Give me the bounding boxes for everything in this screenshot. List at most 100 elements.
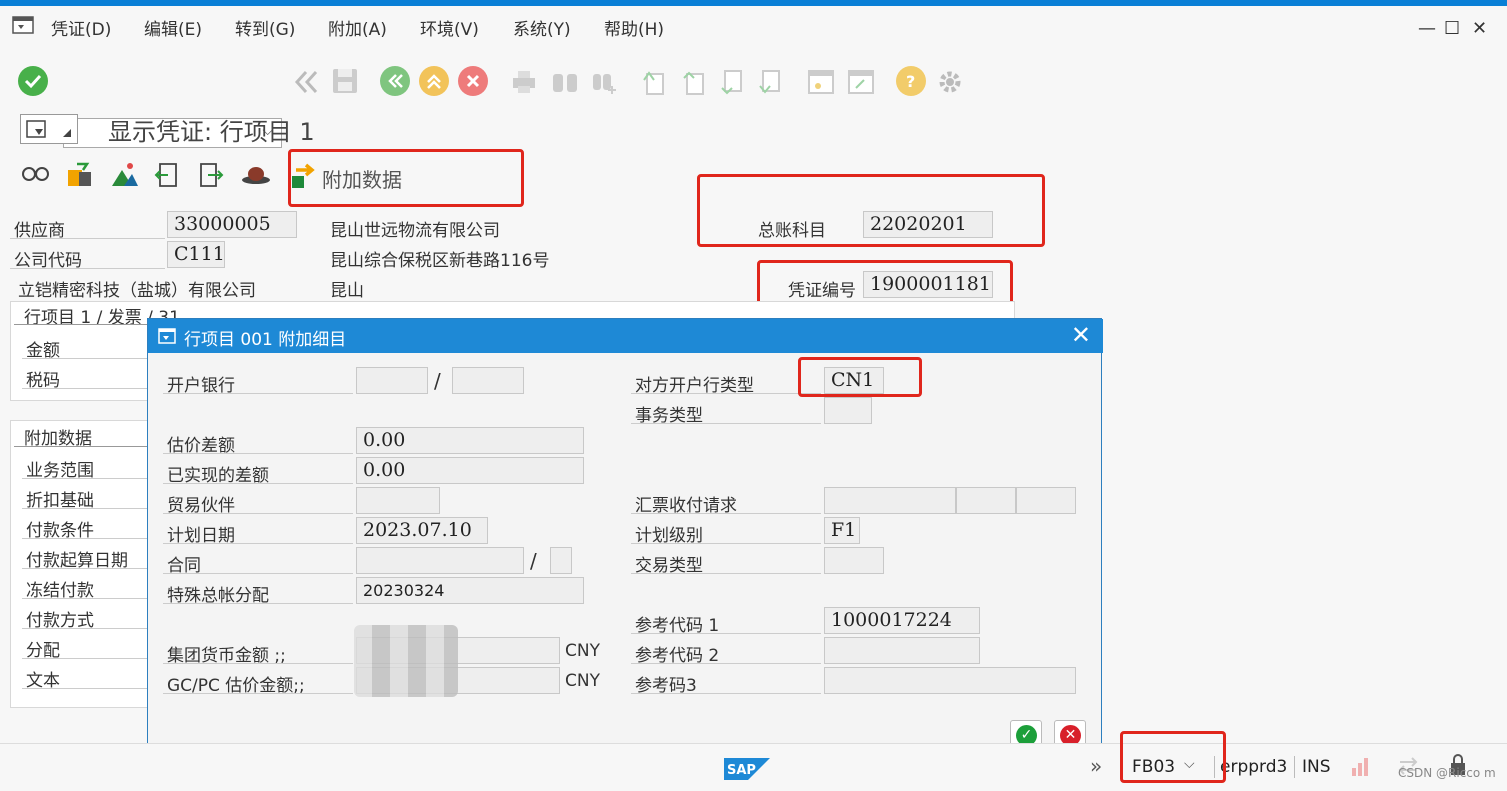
blurred-redaction <box>354 625 458 697</box>
group-currency-underline <box>163 663 353 664</box>
ref-key2-underline <box>631 663 821 664</box>
menu-document[interactable]: 凭证(D) <box>51 15 111 40</box>
hat-icon[interactable] <box>240 160 272 190</box>
field-underline <box>22 598 147 599</box>
realized-diff-underline <box>163 483 353 484</box>
bank-field-1[interactable] <box>356 367 428 394</box>
gc-pc-valuation-underline <box>163 693 353 694</box>
transaction-type-field[interactable] <box>824 397 872 424</box>
print-icon[interactable] <box>510 68 538 96</box>
planning-level-field[interactable]: F1 <box>824 517 860 544</box>
special-gl-assign-underline <box>163 603 353 604</box>
help-icon[interactable]: ? <box>896 66 926 96</box>
status-divider <box>1214 756 1215 778</box>
tax-code-underline <box>22 388 147 389</box>
find-next-icon[interactable] <box>590 68 620 96</box>
flow-type-field[interactable] <box>824 547 884 574</box>
contract-field-2[interactable] <box>550 547 572 574</box>
additional-data-icon[interactable] <box>290 160 318 190</box>
vendor-address: 昆山综合保税区新巷路116号 <box>330 251 550 271</box>
trading-partner-field[interactable] <box>356 487 440 514</box>
field-underline <box>22 538 147 539</box>
doc-number-label: 凭证编号 <box>788 281 856 301</box>
gl-account-field[interactable]: 22020201 <box>863 211 993 238</box>
page-title: 显示凭证: 行项目 1 <box>108 118 315 146</box>
document-overview-icon[interactable] <box>65 160 95 190</box>
menu-edit[interactable]: 编辑(E) <box>144 15 202 40</box>
shortcut-icon[interactable] <box>846 68 876 96</box>
vendor-name: 昆山世远物流有限公司 <box>330 221 500 241</box>
svg-text:SAP: SAP <box>727 763 756 778</box>
enter-icon[interactable] <box>18 66 48 96</box>
partner-bank-type-field[interactable]: CN1 <box>824 367 884 394</box>
next-item-icon[interactable] <box>196 160 226 190</box>
close-window-button[interactable]: ✕ <box>1472 18 1487 39</box>
tcode-label[interactable]: FB03 <box>1132 757 1175 777</box>
group-currency-unit: CNY <box>565 641 600 661</box>
exit-icon[interactable] <box>419 66 449 96</box>
dialog-title: 行项目 001 附加细目 <box>184 330 347 350</box>
create-session-icon[interactable] <box>806 68 836 96</box>
dialog-title-bar: 行项目 001 附加细目 ✕ <box>148 319 1103 353</box>
last-page-icon[interactable] <box>756 68 784 96</box>
ref-key1-underline <box>631 633 821 634</box>
menu-goto[interactable]: 转到(G) <box>235 15 295 40</box>
additional-data-tab-underline <box>14 446 147 447</box>
menu-environment[interactable]: 环境(V) <box>420 15 479 40</box>
contract-separator: / <box>530 549 537 573</box>
flow-type-underline <box>631 573 821 574</box>
bill-of-exchange-field-3[interactable] <box>1016 487 1076 514</box>
menu-help[interactable]: 帮助(H) <box>604 15 664 40</box>
field-underline <box>22 658 147 659</box>
ref-key3-field[interactable] <box>824 667 1076 694</box>
signal-icon <box>1352 758 1368 776</box>
gear-icon[interactable] <box>936 68 964 96</box>
field-underline <box>22 568 147 569</box>
tcode-chevron-icon[interactable]: ⌵ <box>1184 756 1195 772</box>
bill-of-exchange-underline <box>631 513 821 514</box>
previous-item-icon[interactable] <box>152 160 182 190</box>
display-glasses-icon[interactable] <box>20 160 50 190</box>
additional-data-button[interactable]: 附加数据 <box>322 164 402 193</box>
contract-field-1[interactable] <box>356 547 524 574</box>
valuation-diff-field[interactable]: 0.00 <box>356 427 584 454</box>
status-expand-icon[interactable]: » <box>1090 754 1102 778</box>
minimize-button[interactable]: — <box>1418 18 1436 39</box>
ref-key3-underline <box>631 693 821 694</box>
bill-of-exchange-field-1[interactable] <box>824 487 956 514</box>
planning-date-underline <box>163 543 353 544</box>
ref-key2-field[interactable] <box>824 637 980 664</box>
company-code-field[interactable]: C111 <box>167 241 225 268</box>
previous-page-icon[interactable] <box>680 68 708 96</box>
menu-system[interactable]: 系统(Y) <box>513 15 571 40</box>
watermark: CSDN @Ricco m <box>1398 766 1496 780</box>
status-divider <box>1294 756 1295 778</box>
realized-diff-field[interactable]: 0.00 <box>356 457 584 484</box>
mountain-icon[interactable] <box>110 160 140 190</box>
bank-underline <box>163 393 353 394</box>
screen-menu-button[interactable] <box>20 114 78 144</box>
trading-partner-underline <box>163 513 353 514</box>
back-double-chevron-icon[interactable] <box>292 68 322 96</box>
next-page-icon[interactable] <box>718 68 746 96</box>
sap-menu-icon[interactable] <box>12 16 34 34</box>
dialog-close-icon[interactable]: ✕ <box>1071 321 1091 349</box>
save-icon[interactable] <box>330 66 360 96</box>
cancel-icon[interactable] <box>458 66 488 96</box>
vendor-field[interactable]: 33000005 <box>167 211 297 238</box>
vendor-label-underline <box>10 238 165 239</box>
dialog-menu-icon[interactable] <box>158 328 176 344</box>
bill-of-exchange-field-2[interactable] <box>956 487 1016 514</box>
field-underline <box>22 688 147 689</box>
bank-field-2[interactable] <box>452 367 524 394</box>
ref-key1-field[interactable]: 1000017224 <box>824 607 980 634</box>
find-icon[interactable] <box>550 68 580 96</box>
doc-number-field[interactable]: 1900001181 <box>863 271 993 298</box>
first-page-icon[interactable] <box>640 68 668 96</box>
planning-date-field[interactable]: 2023.07.10 <box>356 517 488 544</box>
menu-extras[interactable]: 附加(A) <box>328 15 387 40</box>
special-gl-assign-field[interactable]: 20230324 <box>356 577 584 604</box>
field-underline <box>22 478 147 479</box>
back-icon[interactable] <box>380 66 410 96</box>
maximize-button[interactable]: ☐ <box>1444 18 1460 39</box>
